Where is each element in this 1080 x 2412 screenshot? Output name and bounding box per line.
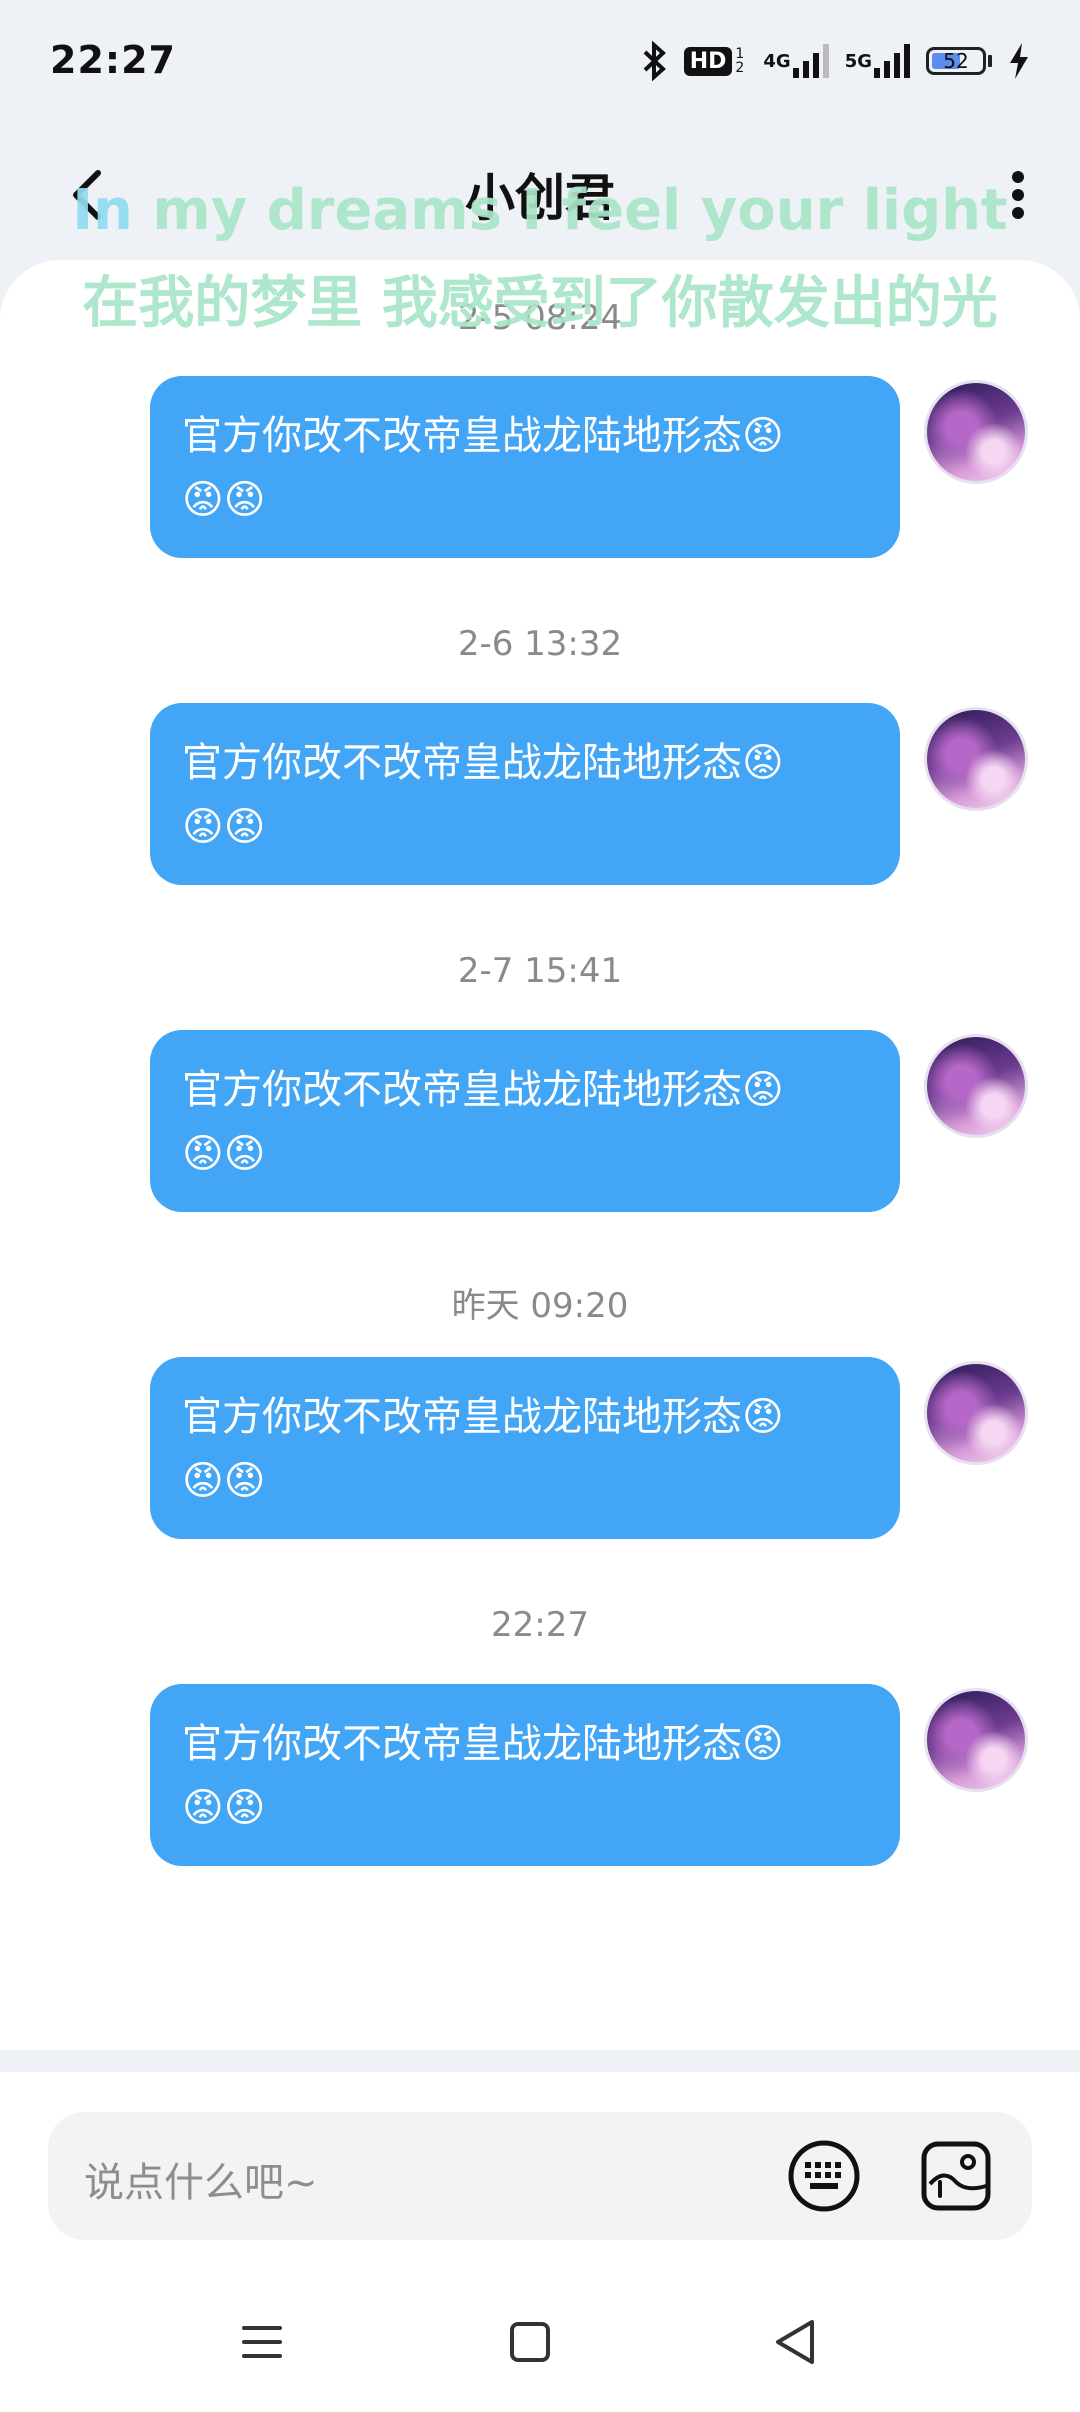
message-bubble[interactable]: 官方你改不改帝皇战龙陆地形态😡 😡😡 (150, 1030, 900, 1212)
message-text-line: 😡😡 (182, 804, 266, 850)
avatar[interactable] (924, 380, 1028, 484)
message-timestamp: 2-6 13:32 (457, 624, 623, 664)
message-bubble[interactable]: 官方你改不改帝皇战龙陆地形态😡 😡😡 (150, 1357, 900, 1539)
message-bubble[interactable]: 官方你改不改帝皇战龙陆地形态😡 😡😡 (150, 376, 900, 558)
avatar[interactable] (924, 1688, 1028, 1792)
menu-icon (242, 2326, 282, 2358)
signal-4g-icon: 4G (763, 44, 829, 78)
message-text-line: 官方你改不改帝皇战龙陆地形态😡 (182, 413, 784, 459)
status-time: 22:27 (50, 38, 176, 82)
lyric-line-english: In my dreams I feel your light (72, 178, 1008, 243)
status-icons: HD 1 2 4G 5G 52 (642, 38, 1030, 84)
back-nav-button[interactable] (766, 2312, 826, 2372)
message-timestamp: 昨天 09:20 (451, 1286, 629, 1326)
keyboard-icon (788, 2140, 860, 2212)
message-bubble[interactable]: 官方你改不改帝皇战龙陆地形态😡 😡😡 (150, 703, 900, 885)
lyric-line-chinese: 在我的梦里 我感受到了你散发出的光 (82, 271, 998, 336)
signal-5g-icon: 5G (845, 44, 910, 78)
charging-icon (1008, 43, 1030, 79)
keyboard-button[interactable] (786, 2138, 862, 2214)
message-text-line: 官方你改不改帝皇战龙陆地形态😡 (182, 1067, 784, 1113)
avatar[interactable] (924, 707, 1028, 811)
message-bubble[interactable]: 官方你改不改帝皇战龙陆地形态😡 😡😡 (150, 1684, 900, 1866)
system-nav-bar (0, 2272, 1080, 2412)
message-text-line: 😡😡 (182, 477, 266, 523)
message-timestamp: 22:27 (491, 1605, 589, 1645)
message-text-line: 😡😡 (182, 1785, 266, 1831)
bluetooth-icon (642, 41, 668, 81)
message-text-line: 😡😡 (182, 1131, 266, 1177)
triangle-back-icon (776, 2320, 814, 2364)
message-text-line: 😡😡 (182, 1458, 266, 1504)
avatar[interactable] (924, 1034, 1028, 1138)
hd-voice-icon: HD 1 2 (683, 46, 748, 76)
recent-apps-button[interactable] (232, 2312, 292, 2372)
message-timestamp: 2-7 15:41 (457, 951, 623, 991)
message-input-placeholder: 说点什么吧~ (84, 2160, 318, 2206)
sticker-button[interactable] (918, 2138, 994, 2214)
sticker-icon (921, 2141, 991, 2211)
square-icon (510, 2322, 550, 2362)
input-area: 说点什么吧~ (0, 2072, 1080, 2272)
message-input[interactable]: 说点什么吧~ (48, 2112, 1032, 2240)
home-button[interactable] (500, 2312, 560, 2372)
message-text-line: 官方你改不改帝皇战龙陆地形态😡 (182, 1721, 784, 1767)
message-text-line: 官方你改不改帝皇战龙陆地形态😡 (182, 1394, 784, 1440)
status-bar: 22:27 HD 1 2 4G 5G 52 (0, 0, 1080, 120)
avatar[interactable] (924, 1361, 1028, 1465)
battery-icon: 52 (926, 47, 992, 75)
message-text-line: 官方你改不改帝皇战龙陆地形态😡 (182, 740, 784, 786)
